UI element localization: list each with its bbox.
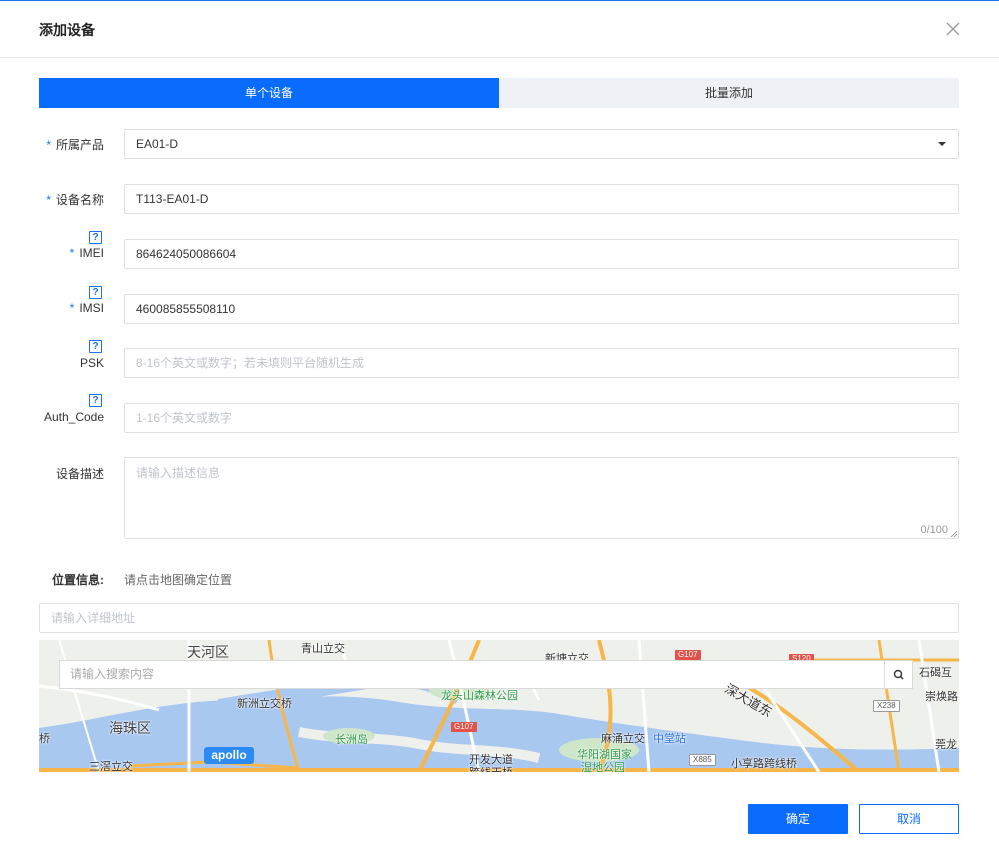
map-label-haizhu: 海珠区 [109,720,151,736]
map-label-tianhe: 天河区 [187,644,229,660]
imei-input[interactable]: 864624050086604 [124,239,959,269]
road-badge-x885: X885 [689,754,716,766]
map-label-longtoushan: 龙头山森林公园 [441,690,518,702]
char-counter: 0/100 [920,524,948,536]
location-hint: 请点击地图确定位置 [124,573,233,587]
map-label-zhongtang: 中堂站 [653,733,686,745]
description-label: 设备描述 [55,467,104,481]
road-badge-x238: X238 [873,700,900,712]
location-label: 位置信息: [52,573,104,587]
map-label-kaifa2: 跨线天桥 [469,764,513,772]
psk-label: PSK [79,356,104,370]
caret-down-icon [938,142,946,146]
resize-grip-icon[interactable] [950,530,957,537]
required-mark: * [69,301,75,315]
auth-code-help-icon[interactable]: ? [89,394,102,407]
required-mark: * [46,138,51,152]
address-input[interactable]: 请输入详细地址 [39,603,959,633]
map-label-guanlong: 莞龙 [935,739,957,751]
description-placeholder: 请输入描述信息 [136,466,221,480]
map-label-huayang2: 湿地公园 [581,762,625,772]
imei-label: * IMEI [69,246,104,260]
map-label-chonghuan: 崇焕路 [925,691,958,703]
map-label-sanyao: 三滘立交 [89,761,133,772]
product-select-value: EA01-D [136,137,179,151]
road-badge-g107-a: G107 [675,650,701,660]
map-label-mayong: 麻涌立交 [601,733,645,745]
road-badge-g107-b: G107 [451,722,477,732]
map-label-xiaoxiang: 小享路跨线桥 [731,758,797,770]
map-label-shijie: 石碣互 [919,667,952,679]
device-name-input[interactable]: T113-EA01-D [124,184,959,214]
map-label-qiao: 桥 [39,733,50,745]
map-label-changzhou: 长洲岛 [335,734,368,746]
imei-help-icon[interactable]: ? [89,231,102,244]
required-mark: * [69,246,75,260]
dialog-title: 添加设备 [39,22,95,38]
apollo-logo: apollo [204,747,254,764]
product-select[interactable]: EA01-D [124,129,959,159]
dialog-header: 添加设备 [0,1,999,58]
map-label-xinzhou: 新洲立交桥 [237,698,292,710]
psk-help-icon[interactable]: ? [89,340,102,353]
confirm-button[interactable]: 确定 [748,804,848,834]
device-name-label: * 设备名称 [46,193,104,207]
tab-bar: 单个设备 批量添加 [39,78,959,108]
imsi-label: * IMSI [69,301,104,315]
cancel-button[interactable]: 取消 [859,804,959,834]
imsi-help-icon[interactable]: ? [89,286,102,299]
imsi-input[interactable]: 460085855508110 [124,294,959,324]
required-mark: * [46,193,51,207]
product-label: * 所属产品 [46,138,104,152]
map-search-button[interactable] [885,660,913,689]
description-textarea[interactable]: 请输入描述信息 0/100 [124,457,959,539]
close-icon[interactable] [943,19,963,39]
search-icon [893,669,904,680]
tab-single-device[interactable]: 单个设备 [39,78,499,108]
map-label-qingshan: 青山立交 [301,643,345,655]
auth-code-input[interactable]: 1-16个英文或数字 [124,403,959,433]
psk-input[interactable]: 8-16个英文或数字；若未填则平台随机生成 [124,348,959,378]
auth-code-label: Auth_Code [43,410,104,424]
map-view[interactable]: 天河区 青山立交 新塘立交 G107 S120 请输入搜索内容 石碣互 崇焕路 … [39,640,959,772]
tab-batch-add[interactable]: 批量添加 [499,78,959,108]
map-search-input[interactable]: 请输入搜索内容 [59,660,885,689]
